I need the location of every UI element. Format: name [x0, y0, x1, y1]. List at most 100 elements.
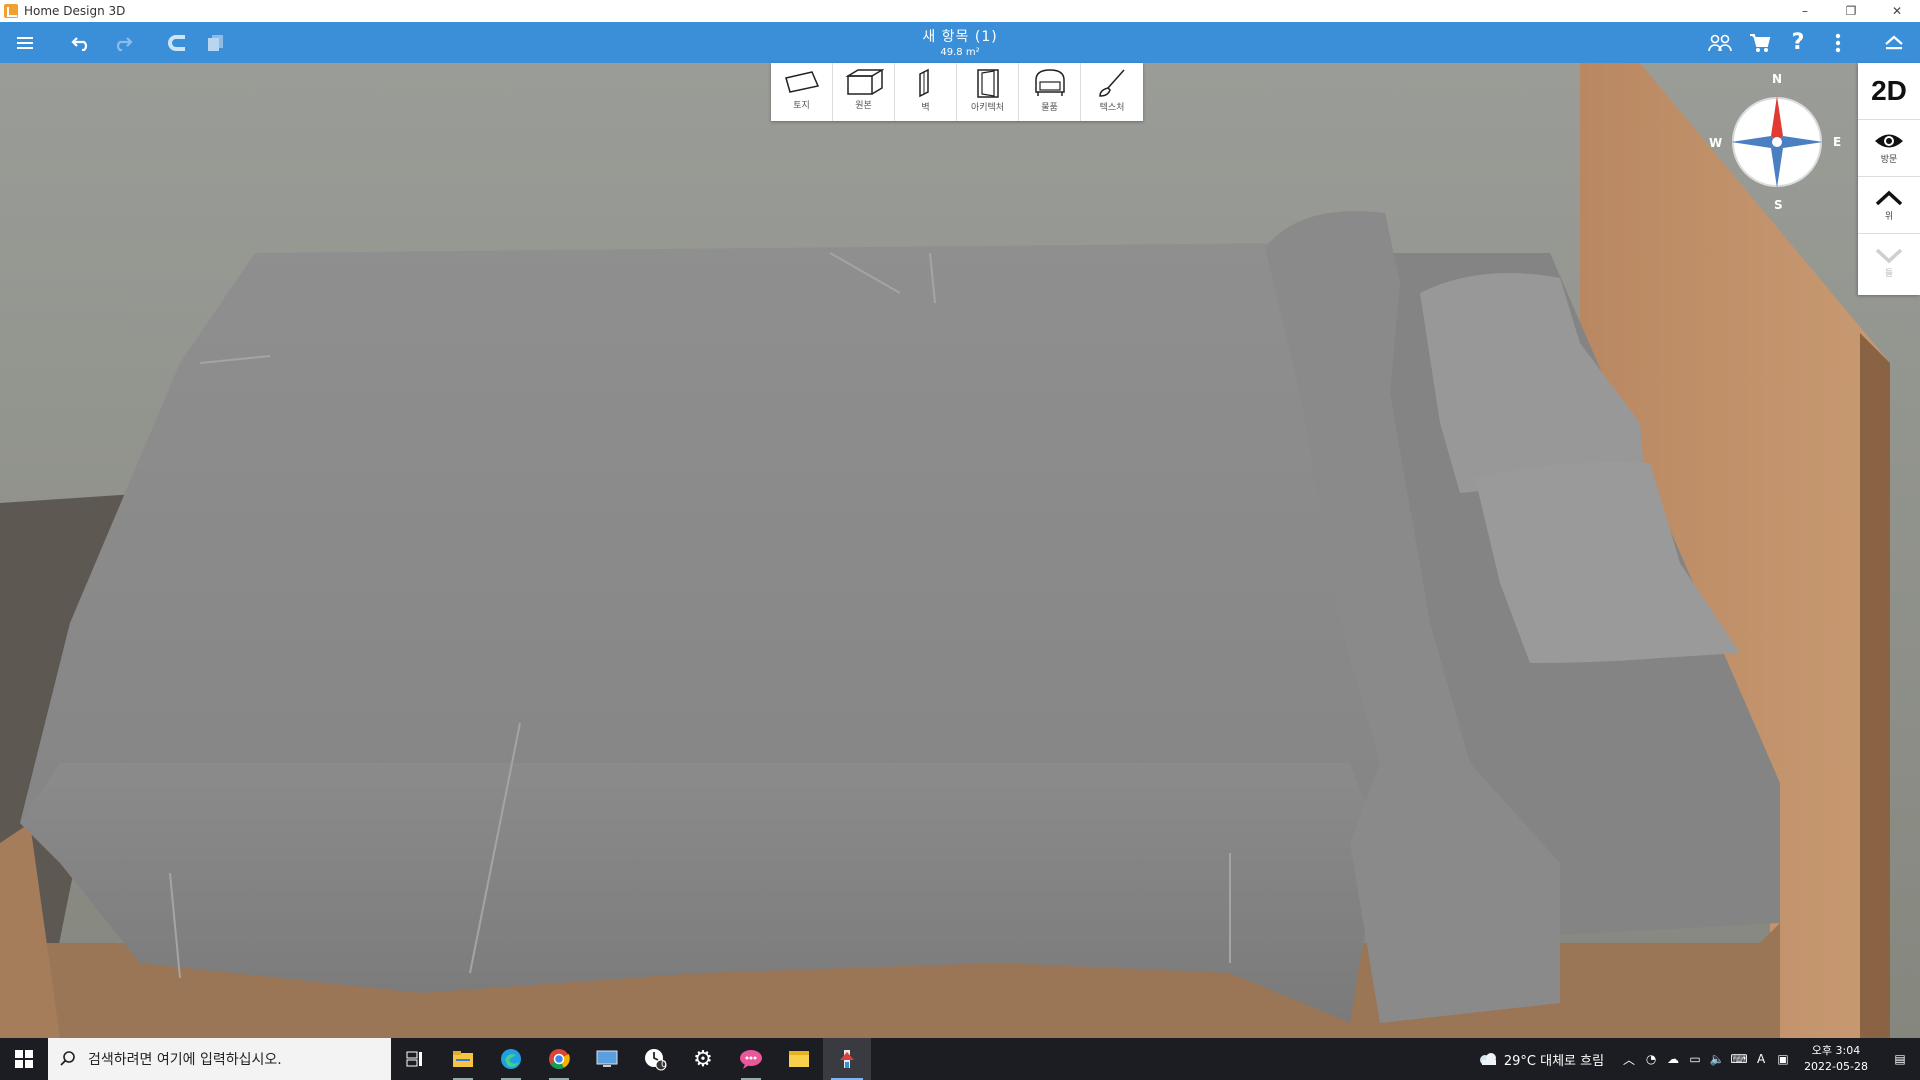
touch-keyboard-button[interactable]: ⌨	[1728, 1038, 1750, 1080]
taskbar-chat-app[interactable]	[727, 1038, 775, 1080]
taskbar-settings[interactable]: ⚙	[679, 1038, 727, 1080]
restore-button[interactable]: ❐	[1828, 0, 1874, 22]
tool-land[interactable]: 토지	[771, 63, 833, 121]
tool-texture[interactable]: 텍스처	[1081, 63, 1143, 121]
magnet-button[interactable]	[160, 22, 196, 63]
app-logo-icon	[4, 4, 18, 18]
windows-logo-icon	[15, 1050, 33, 1068]
visit-button[interactable]: 방문	[1858, 120, 1920, 177]
notification-icon: ▤	[1894, 1052, 1906, 1066]
undo-button[interactable]	[64, 22, 100, 63]
search-icon	[60, 1051, 75, 1066]
chevron-down-icon	[1875, 248, 1903, 264]
shop-button[interactable]	[1742, 22, 1778, 63]
compass-south: S	[1774, 198, 1783, 212]
input-language-button[interactable]: A	[1750, 1038, 1772, 1080]
tool-room[interactable]: 원본	[833, 63, 895, 121]
3d-viewport[interactable]	[0, 63, 1920, 1038]
view-panel: 2D 방문 위 들	[1858, 63, 1920, 295]
minimize-button[interactable]: –	[1782, 0, 1828, 22]
compass-east: E	[1833, 135, 1842, 149]
taskbar-search-box[interactable]: 검색하려면 여기에 입력하십시오.	[48, 1038, 391, 1080]
show-hidden-icons-button[interactable]: ︿	[1618, 1038, 1640, 1080]
taskbar-remote-desktop[interactable]	[583, 1038, 631, 1080]
taskbar-file-explorer[interactable]	[439, 1038, 487, 1080]
notifications-button[interactable]: ▤	[1880, 1038, 1920, 1080]
clock-badge: 0	[661, 1060, 667, 1070]
battery-button[interactable]: ▭	[1684, 1038, 1706, 1080]
project-area: 49.8 m²	[940, 47, 980, 58]
task-view-icon	[406, 1051, 422, 1067]
window-controls: – ❐ ✕	[1782, 0, 1920, 22]
compass[interactable]: N S E W	[1705, 72, 1845, 212]
chat-bubble-icon	[740, 1050, 762, 1069]
undo-icon	[71, 36, 88, 51]
project-title[interactable]: 새 항목 (1) 49.8 m²	[860, 26, 1060, 58]
taskbar-clock-app[interactable]: 0	[631, 1038, 679, 1080]
wifi-button[interactable]: ◔	[1640, 1038, 1662, 1080]
cloud-icon	[1479, 1053, 1496, 1065]
redo-button[interactable]	[104, 22, 140, 63]
weather-widget[interactable]: 29°C 대체로 흐림	[1478, 1050, 1604, 1069]
system-tray: 29°C 대체로 흐림 ︿ ◔ ☁ ▭ 🔈 ⌨ A ▣ 오후 3:04 2022…	[1478, 1038, 1920, 1080]
tool-furniture[interactable]: 물품	[1019, 63, 1081, 121]
project-name: 새 항목 (1)	[922, 29, 998, 45]
wall-icon	[918, 68, 929, 98]
compass-west: W	[1709, 136, 1723, 150]
taskbar-edge[interactable]	[487, 1038, 535, 1080]
chevron-up-icon: ︿	[1623, 1052, 1636, 1067]
cloud-sync-icon: ☁	[1667, 1052, 1680, 1066]
ime-mode-button[interactable]: ▣	[1772, 1038, 1794, 1080]
home-design-app-icon	[840, 1050, 854, 1068]
2d-label: 2D	[1871, 75, 1907, 106]
move-down-button[interactable]: 들	[1858, 234, 1920, 291]
clock-time: 오후 3:04	[1811, 1044, 1861, 1057]
ime-icon: ▣	[1777, 1052, 1789, 1066]
cart-icon	[1750, 33, 1771, 52]
keyboard-icon: ⌨	[1730, 1052, 1748, 1066]
floor-shape-icon	[784, 71, 819, 93]
wifi-icon: ◔	[1645, 1052, 1657, 1066]
onedrive-button[interactable]: ☁	[1662, 1038, 1684, 1080]
window-titlebar: Home Design 3D – ❐ ✕	[0, 0, 1920, 22]
close-button[interactable]: ✕	[1874, 0, 1920, 22]
tool-wall[interactable]: 벽	[895, 63, 957, 121]
taskbar-chrome[interactable]	[535, 1038, 583, 1080]
tool-architecture[interactable]: 아키텍처	[957, 63, 1019, 121]
duplicate-button[interactable]	[198, 22, 234, 63]
move-up-button[interactable]: 위	[1858, 177, 1920, 234]
collapse-toolbar-button[interactable]	[1876, 22, 1912, 63]
clock-date: 2022-05-28	[1804, 1060, 1868, 1073]
battery-icon: ▭	[1689, 1052, 1701, 1066]
compass-rose-icon	[1731, 96, 1823, 188]
gear-icon: ⚙	[693, 1046, 713, 1072]
taskbar-clock[interactable]: 오후 3:04 2022-05-28	[1804, 1043, 1868, 1075]
armchair-icon	[1034, 69, 1065, 96]
room-box-icon	[844, 69, 884, 95]
start-button[interactable]	[0, 1038, 48, 1080]
paintbrush-icon	[1099, 69, 1125, 97]
windows-taskbar: 검색하려면 여기에 입력하십시오. 0 ⚙ 29°C 대체로 흐림 ︿ ◔ ☁	[0, 1038, 1920, 1080]
volume-button[interactable]: 🔈	[1706, 1038, 1728, 1080]
edge-browser-icon	[501, 1049, 521, 1069]
bedroom-3d-scene[interactable]	[0, 63, 1920, 1038]
monitor-icon	[596, 1050, 618, 1067]
help-button[interactable]: ?	[1780, 22, 1816, 63]
app-toolbar: 새 항목 (1) 49.8 m² ?	[0, 22, 1920, 63]
hamburger-menu-button[interactable]	[8, 22, 44, 63]
taskbar-sticky-notes[interactable]	[775, 1038, 823, 1080]
eye-icon	[1875, 134, 1903, 147]
2d-mode-button[interactable]: 2D	[1858, 63, 1920, 120]
community-button[interactable]	[1702, 22, 1738, 63]
chevron-up-icon	[1875, 190, 1903, 205]
taskbar-home-design-3d[interactable]	[823, 1038, 871, 1080]
menu-icon	[17, 36, 33, 49]
weather-text: 29°C 대체로 흐림	[1503, 1053, 1605, 1069]
window-title: Home Design 3D	[24, 4, 126, 18]
more-options-button[interactable]	[1820, 22, 1856, 63]
task-view-button[interactable]	[391, 1038, 439, 1080]
compass-north: N	[1772, 72, 1783, 86]
redo-icon	[116, 36, 133, 51]
more-vertical-icon	[1835, 33, 1841, 52]
folder-icon	[453, 1051, 473, 1067]
